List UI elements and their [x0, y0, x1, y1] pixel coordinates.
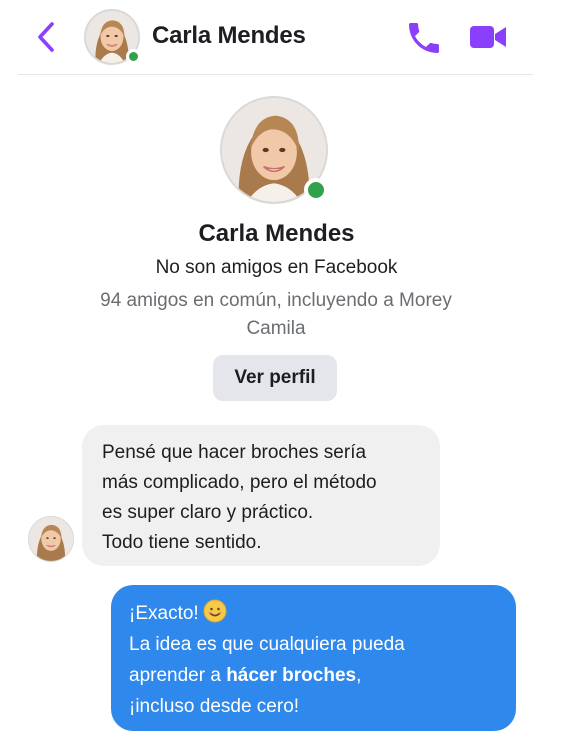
- header-contact-name[interactable]: Carla Mendes: [152, 22, 306, 50]
- header-divider: [18, 74, 533, 75]
- message-line: es super claro y práctico.: [102, 502, 314, 523]
- chat-header: Carla Mendes: [0, 0, 567, 74]
- header-avatar[interactable]: [84, 9, 141, 65]
- online-status-dot: [126, 49, 141, 64]
- video-call-button[interactable]: [468, 22, 508, 52]
- video-camera-icon: [470, 26, 506, 48]
- smiling-face-icon: [203, 599, 227, 623]
- mutual-friends-line: 94 amigos en común, incluyendo a Morey: [100, 290, 452, 311]
- profile-online-dot: [304, 178, 328, 202]
- message-line: ¡Exacto!: [129, 598, 500, 629]
- outgoing-message-bubble[interactable]: ¡Exacto! La idea es que cualquiera pueda…: [111, 585, 516, 731]
- message-text: ,: [356, 665, 362, 686]
- message-line: La idea es que cualquiera pueda: [129, 634, 405, 655]
- message-line: aprender a hácer broches,: [129, 660, 500, 691]
- message-bold-text: hácer broches: [226, 665, 357, 686]
- profile-avatar[interactable]: [220, 96, 328, 204]
- audio-call-button[interactable]: [404, 18, 444, 58]
- back-button[interactable]: [32, 20, 62, 54]
- mutual-friends-text: 94 amigos en común, incluyendo a Morey C…: [66, 287, 486, 343]
- message-line: más complicado, pero el método: [102, 472, 377, 493]
- sender-avatar[interactable]: [28, 516, 74, 562]
- incoming-message-bubble[interactable]: Pensé que hacer broches sería más compli…: [82, 425, 440, 566]
- message-text: ¡Exacto!: [129, 603, 199, 624]
- message-text: aprender a: [129, 665, 227, 686]
- mutual-friends-line: Camila: [246, 318, 306, 339]
- message-line: ¡incluso desde cero!: [129, 696, 300, 717]
- profile-name: Carla Mendes: [198, 220, 355, 247]
- friendship-status: No son amigos en Facebook: [155, 257, 398, 278]
- message-line: Todo tiene sentido.: [102, 532, 262, 553]
- phone-icon: [409, 23, 439, 53]
- message-line: Pensé que hacer broches sería: [102, 442, 367, 463]
- chevron-left-icon: [38, 22, 54, 52]
- view-profile-button[interactable]: Ver perfil: [213, 355, 337, 401]
